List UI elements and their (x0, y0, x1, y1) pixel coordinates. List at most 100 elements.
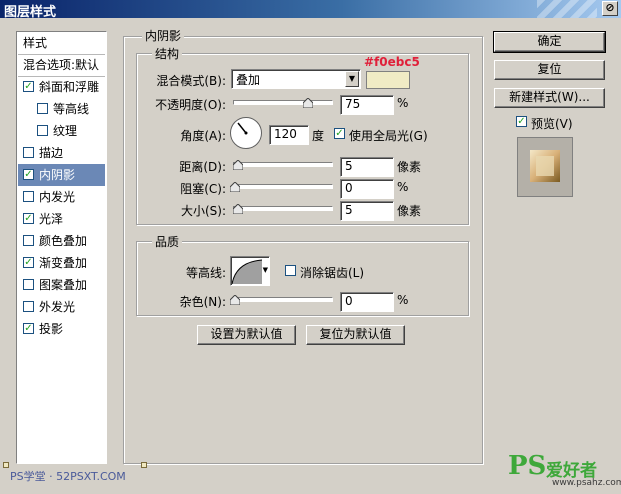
style-item[interactable]: 斜面和浮雕 (18, 76, 105, 98)
global-light-checkbox[interactable] (334, 128, 345, 139)
angle-label: 角度(A): (180, 129, 226, 143)
global-light-label[interactable]: 使用全局光(G) (349, 127, 428, 144)
quality-label: 品质 (152, 233, 183, 250)
distance-input[interactable]: 5 (340, 157, 394, 177)
style-item-checkbox[interactable] (23, 169, 34, 180)
style-item-label: 图案叠加 (39, 278, 88, 292)
style-item[interactable]: 投影 (18, 318, 105, 340)
opacity-unit: % (397, 96, 409, 110)
title-bar: 图层样式 ⊘ (0, 0, 621, 20)
new-style-button[interactable]: 新建样式(W)... (494, 88, 605, 108)
distance-slider[interactable] (233, 162, 333, 167)
distance-unit: 像素 (397, 160, 422, 174)
style-item-checkbox[interactable] (23, 81, 34, 92)
style-item[interactable]: 渐变叠加 (18, 252, 105, 274)
style-item-label: 颜色叠加 (39, 234, 88, 248)
noise-slider[interactable] (233, 297, 333, 302)
noise-slider-thumb[interactable] (230, 295, 240, 305)
style-item-label: 等高线 (53, 102, 90, 116)
style-item[interactable]: 外发光 (18, 296, 105, 318)
style-item-checkbox[interactable] (37, 103, 48, 114)
watermark-url: www.psahz.com (552, 478, 621, 488)
noise-input[interactable]: 0 (340, 292, 394, 312)
contour-label: 等高线: (185, 266, 226, 280)
style-item[interactable]: 内发光 (18, 186, 105, 208)
preview-checkbox[interactable] (516, 116, 527, 127)
noise-label: 杂色(N): (179, 295, 226, 309)
choke-input[interactable]: 0 (340, 179, 394, 199)
choke-slider[interactable] (233, 184, 333, 189)
angle-needle-icon (237, 122, 248, 135)
corner-decoration (3, 462, 9, 468)
size-input[interactable]: 5 (340, 201, 394, 221)
style-item-checkbox[interactable] (23, 257, 34, 268)
preview-thumbnail (518, 138, 572, 196)
style-item-label: 内阴影 (39, 168, 76, 182)
watermark-logo: PS (508, 451, 547, 481)
style-item-label: 投影 (39, 322, 64, 336)
watermark-left: PS学堂 · 52PSXT.COM (10, 470, 126, 483)
style-item[interactable]: 图案叠加 (18, 274, 105, 296)
ok-button[interactable]: 确定 (493, 31, 606, 53)
reset-button[interactable]: 复位 (494, 60, 605, 80)
style-item-checkbox[interactable] (23, 213, 34, 224)
style-list-header[interactable]: 样式 (18, 32, 105, 54)
choke-unit: % (397, 180, 409, 194)
choke-slider-thumb[interactable] (230, 182, 240, 192)
distance-slider-thumb[interactable] (233, 160, 243, 170)
chevron-down-icon: ▼ (345, 71, 359, 87)
set-default-button[interactable]: 设置为默认值 (197, 325, 296, 345)
angle-input[interactable]: 120 (269, 125, 309, 145)
style-item-checkbox[interactable] (23, 235, 34, 246)
anti-alias-checkbox[interactable] (285, 265, 296, 276)
style-item-label: 外发光 (39, 300, 76, 314)
size-slider[interactable] (233, 206, 333, 211)
style-item[interactable]: 等高线 (18, 98, 105, 120)
blend-options-item[interactable]: 混合选项:默认 (18, 54, 105, 76)
window-title: 图层样式 (4, 5, 57, 20)
opacity-input[interactable]: 75 (340, 95, 394, 115)
anti-alias-label[interactable]: 消除锯齿(L) (300, 264, 364, 281)
style-item-checkbox[interactable] (23, 279, 34, 290)
size-slider-thumb[interactable] (233, 204, 243, 214)
corner-decoration (141, 462, 147, 468)
style-list: 样式 混合选项:默认 斜面和浮雕等高线纹理描边内阴影内发光光泽颜色叠加渐变叠加图… (16, 31, 107, 464)
panel-title: 内阴影 (142, 27, 185, 44)
style-item-checkbox[interactable] (23, 301, 34, 312)
style-preview (517, 137, 573, 197)
style-item-label: 光泽 (39, 212, 64, 226)
blend-mode-value: 叠加 (236, 73, 261, 87)
style-item[interactable]: 描边 (18, 142, 105, 164)
style-item-label: 内发光 (39, 190, 76, 204)
style-item[interactable]: 颜色叠加 (18, 230, 105, 252)
choke-label: 阻塞(C): (180, 182, 226, 196)
style-item-checkbox[interactable] (23, 323, 34, 334)
color-annotation: #f0ebc5 (364, 55, 420, 69)
size-label: 大小(S): (180, 204, 226, 218)
size-unit: 像素 (397, 204, 422, 218)
blend-mode-label: 混合模式(B): (156, 74, 226, 88)
style-item-checkbox[interactable] (23, 191, 34, 202)
opacity-slider[interactable] (233, 100, 333, 105)
style-item-label: 纹理 (53, 124, 78, 138)
angle-dial[interactable] (230, 117, 262, 149)
shadow-color-swatch[interactable] (366, 71, 410, 89)
noise-unit: % (397, 293, 409, 307)
reset-default-button[interactable]: 复位为默认值 (306, 325, 405, 345)
opacity-slider-thumb[interactable] (303, 98, 313, 108)
angle-unit: 度 (312, 129, 325, 143)
distance-label: 距离(D): (179, 160, 226, 174)
style-item-label: 渐变叠加 (39, 256, 88, 270)
preview-label[interactable]: 预览(V) (531, 115, 573, 132)
style-item[interactable]: 内阴影 (18, 164, 105, 186)
blend-mode-select[interactable]: 叠加 ▼ (231, 69, 361, 89)
style-item[interactable]: 光泽 (18, 208, 105, 230)
close-button[interactable]: ⊘ (602, 1, 618, 16)
style-item-label: 描边 (39, 146, 64, 160)
style-item-checkbox[interactable] (37, 125, 48, 136)
contour-picker[interactable]: ▼ (230, 256, 270, 286)
title-bar-decoration (537, 0, 597, 18)
style-item-checkbox[interactable] (23, 147, 34, 158)
style-item[interactable]: 纹理 (18, 120, 105, 142)
chevron-down-icon: ▼ (262, 266, 268, 274)
